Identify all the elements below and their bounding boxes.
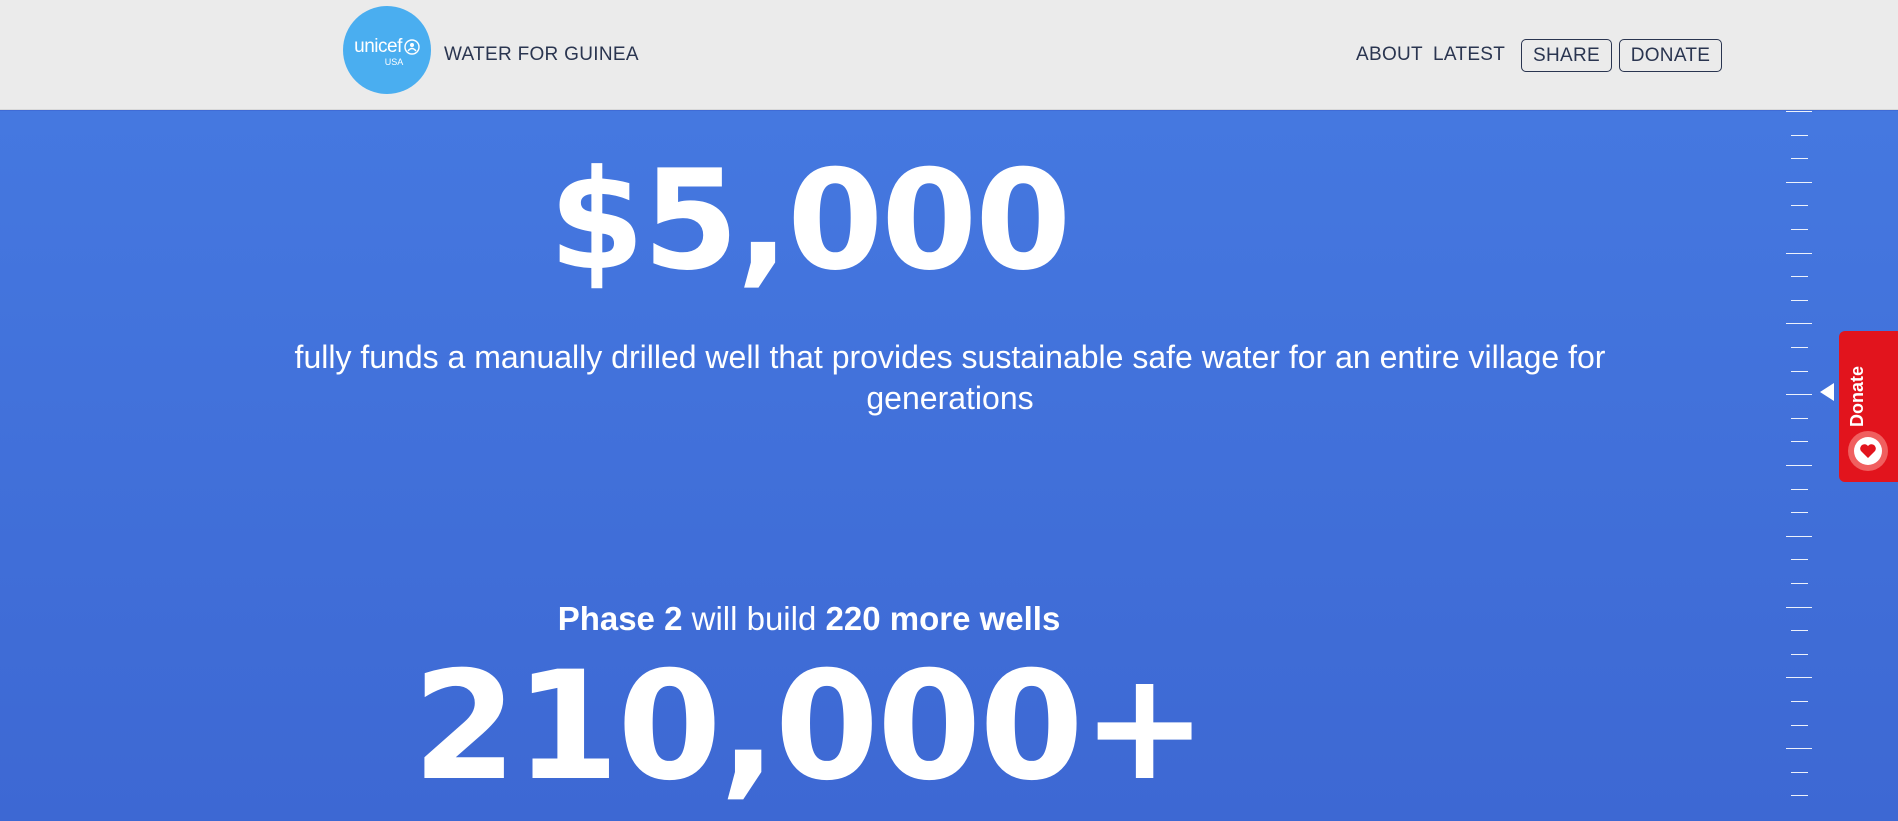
ruler-tick bbox=[1791, 371, 1808, 372]
ruler-tick bbox=[1786, 607, 1812, 608]
ruler-tick bbox=[1786, 111, 1812, 112]
ruler-tick bbox=[1786, 677, 1812, 678]
ruler-tick bbox=[1786, 536, 1812, 537]
ruler-tick bbox=[1786, 182, 1812, 183]
ruler-tick bbox=[1791, 158, 1808, 159]
heart-icon-bg bbox=[1854, 437, 1882, 465]
ruler-tick bbox=[1791, 418, 1808, 419]
donate-heart-badge bbox=[1848, 431, 1888, 471]
ruler-tick bbox=[1791, 229, 1808, 230]
ruler-tick bbox=[1791, 300, 1808, 301]
ruler-tick bbox=[1791, 701, 1808, 702]
people-count: 210,000+ bbox=[412, 640, 1208, 814]
funding-amount: $5,000 bbox=[548, 140, 1072, 301]
ruler-tick bbox=[1786, 748, 1812, 749]
phase-connector: will build bbox=[682, 600, 826, 637]
ruler-tick bbox=[1791, 441, 1808, 442]
ruler-tick bbox=[1786, 465, 1812, 466]
ruler-tick bbox=[1791, 135, 1808, 136]
nav-latest-link[interactable]: LATEST bbox=[1433, 44, 1505, 66]
logo-brand-row: unicef bbox=[354, 37, 420, 56]
ruler-tick bbox=[1791, 772, 1808, 773]
ruler-tick bbox=[1791, 205, 1808, 206]
ruler-tick bbox=[1786, 394, 1812, 395]
ruler-tick bbox=[1791, 512, 1808, 513]
ruler-tick bbox=[1791, 347, 1808, 348]
phase-wells: 220 more wells bbox=[825, 600, 1061, 637]
logo-brand-text: unicef bbox=[354, 36, 402, 57]
nav-about-link[interactable]: ABOUT bbox=[1356, 44, 1423, 66]
donate-side-tab[interactable]: Donate bbox=[1839, 331, 1898, 482]
ruler-tick bbox=[1791, 630, 1808, 631]
donate-tab-label: Donate bbox=[1847, 365, 1867, 427]
ruler-tick bbox=[1791, 583, 1808, 584]
ruler-tick bbox=[1791, 276, 1808, 277]
ruler-tick bbox=[1791, 559, 1808, 560]
ruler-tick bbox=[1786, 323, 1812, 324]
donate-button[interactable]: DONATE bbox=[1619, 39, 1722, 72]
ruler-tick bbox=[1791, 489, 1808, 490]
ruler-tick bbox=[1786, 253, 1812, 254]
scroll-ruler[interactable] bbox=[1786, 111, 1812, 821]
ruler-tick bbox=[1791, 654, 1808, 655]
unicef-logo[interactable]: unicef USA bbox=[343, 6, 431, 94]
heart-icon bbox=[1860, 444, 1876, 458]
ruler-tick bbox=[1791, 795, 1808, 796]
logo-sub-text: USA bbox=[384, 57, 404, 67]
share-button[interactable]: SHARE bbox=[1521, 39, 1612, 72]
site-header: unicef USA WATER FOR GUINEA ABOUT LATEST… bbox=[0, 0, 1898, 110]
scroll-position-indicator-icon bbox=[1820, 383, 1834, 401]
funding-description: fully funds a manually drilled well that… bbox=[294, 339, 1606, 416]
site-title[interactable]: WATER FOR GUINEA bbox=[444, 44, 639, 66]
phase-label: Phase 2 bbox=[557, 600, 683, 637]
phase-heading: Phase 2 will build 220 more wells bbox=[0, 600, 1758, 638]
ruler-tick bbox=[1791, 725, 1808, 726]
unicef-emblem-icon bbox=[404, 38, 420, 55]
